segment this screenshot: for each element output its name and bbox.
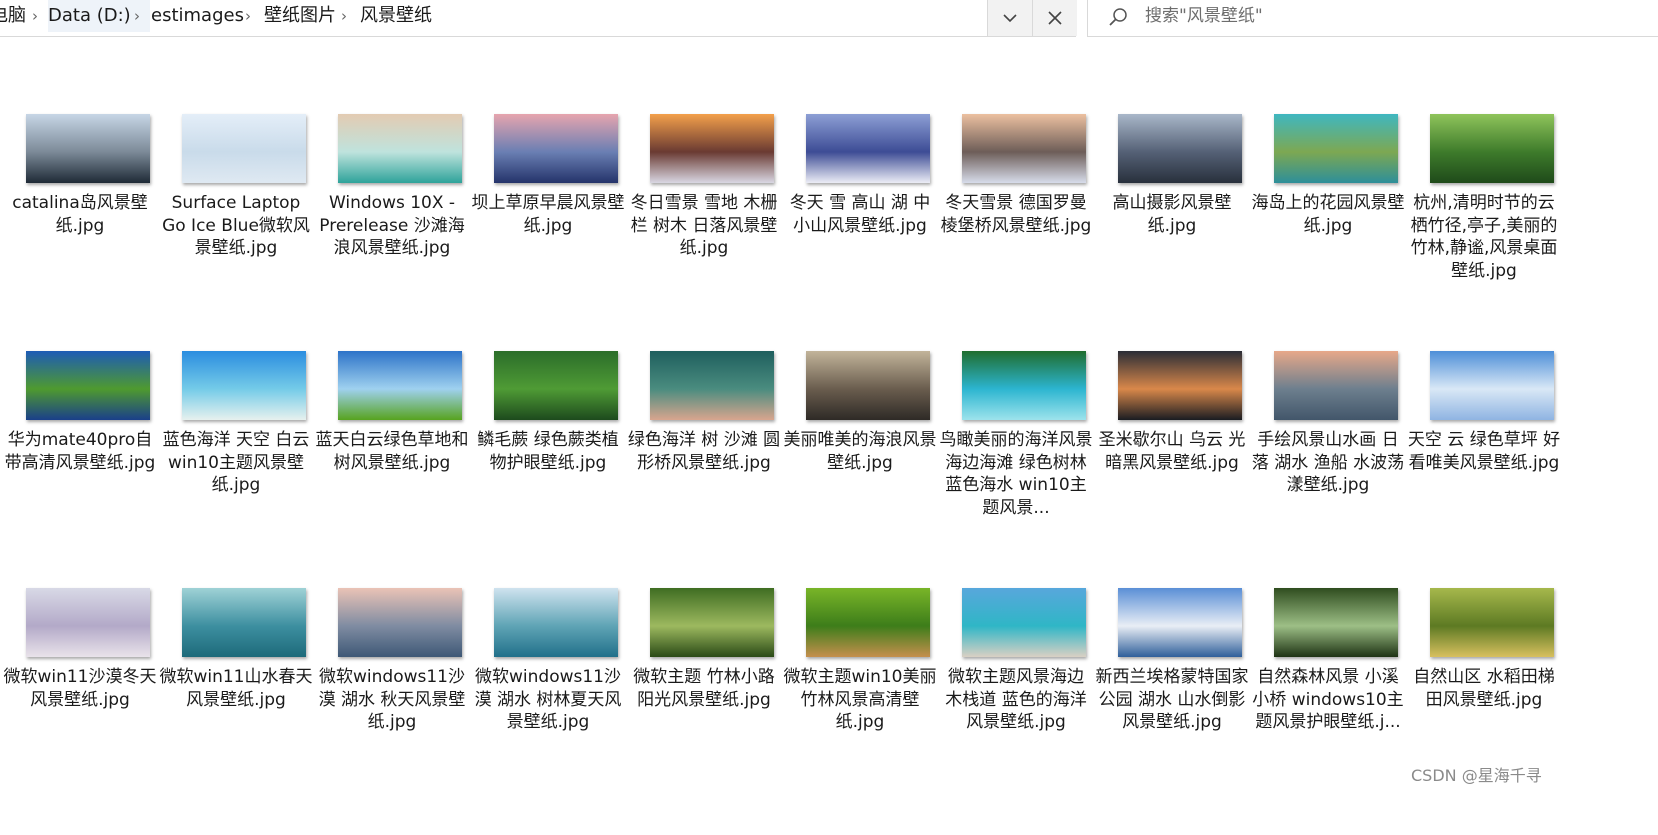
file-thumbnail[interactable] <box>1118 588 1242 657</box>
file-thumbnail[interactable] <box>182 351 306 420</box>
file-name: Surface Laptop Go Ice Blue微软风景壁纸.jpg <box>162 193 310 259</box>
file-thumbnail[interactable] <box>962 114 1086 183</box>
breadcrumb-this-pc[interactable]: 电脑 <box>0 0 26 32</box>
explorer-toolbar: 电脑 › Data (D:) › estimages › 壁纸图片 › 风景壁纸… <box>0 0 1658 37</box>
close-icon <box>1048 11 1062 25</box>
file-name: 杭州,清明时节的云栖竹径,亭子,美丽的竹林,静谧,风景桌面壁纸.jpg <box>1410 193 1558 281</box>
chevron-right-icon[interactable]: › <box>32 0 38 32</box>
search-box[interactable]: 搜索"风景壁纸" <box>1087 0 1658 37</box>
file-name: 手绘风景山水画 日落 湖水 渔船 水波荡漾壁纸.jpg <box>1251 430 1405 496</box>
file-name: 海岛上的花园风景壁纸.jpg <box>1251 193 1405 236</box>
file-thumbnail[interactable] <box>1274 351 1398 420</box>
clear-address-button[interactable] <box>1032 0 1077 36</box>
file-thumbnail[interactable] <box>338 351 462 420</box>
file-thumbnail[interactable] <box>650 588 774 657</box>
file-thumbnail[interactable] <box>494 351 618 420</box>
search-icon <box>1109 8 1127 26</box>
file-name: 美丽唯美的海浪风景壁纸.jpg <box>783 430 937 473</box>
file-name: 微软主题 竹林小路阳光风景壁纸.jpg <box>633 667 775 710</box>
chevron-right-icon[interactable]: › <box>134 0 140 32</box>
file-thumbnail[interactable] <box>494 588 618 657</box>
file-name: catalina岛风景壁纸.jpg <box>12 193 148 236</box>
file-thumbnail[interactable] <box>650 114 774 183</box>
file-thumbnail[interactable] <box>338 588 462 657</box>
file-name: 微软主题风景海边 木栈道 蓝色的海洋风景壁纸.jpg <box>945 667 1087 733</box>
file-thumbnail[interactable] <box>962 351 1086 420</box>
file-name: 坝上草原早晨风景壁纸.jpg <box>471 193 625 236</box>
file-name: 圣米歇尔山 乌云 光 暗黑风景壁纸.jpg <box>1098 430 1246 473</box>
breadcrumb-estimages[interactable]: estimages <box>151 0 244 32</box>
file-name: 冬天雪景 德国罗曼棱堡桥风景壁纸.jpg <box>940 193 1092 236</box>
file-thumbnail[interactable] <box>650 351 774 420</box>
file-thumbnail[interactable] <box>1430 114 1554 183</box>
chevron-right-icon[interactable]: › <box>245 0 251 32</box>
file-thumbnail[interactable] <box>806 351 930 420</box>
file-thumbnail[interactable] <box>1118 351 1242 420</box>
file-name: 微软windows11沙漠 湖水 树林夏天风景壁纸.jpg <box>474 667 622 733</box>
file-name: 冬日雪景 雪地 木栅栏 树木 日落风景壁纸.jpg <box>630 193 778 259</box>
address-bar[interactable]: 电脑 › Data (D:) › estimages › 壁纸图片 › 风景壁纸 <box>0 0 1077 37</box>
file-name: 自然森林风景 小溪 小桥 windows10主题风景护眼壁纸.j... <box>1252 667 1404 733</box>
file-thumbnail[interactable] <box>1430 351 1554 420</box>
file-thumbnail[interactable] <box>26 588 150 657</box>
file-name: 微软win11山水春天风景壁纸.jpg <box>159 667 313 710</box>
file-name: 鳞毛蕨 绿色蕨类植物护眼壁纸.jpg <box>477 430 619 473</box>
file-thumbnail[interactable] <box>962 588 1086 657</box>
file-name: 绿色海洋 树 沙滩 圆形桥风景壁纸.jpg <box>627 430 781 473</box>
file-name: 天空 云 绿色草坪 好看唯美风景壁纸.jpg <box>1407 430 1561 473</box>
file-thumbnail[interactable] <box>806 114 930 183</box>
file-thumbnail[interactable] <box>338 114 462 183</box>
breadcrumb-current-folder[interactable]: 风景壁纸 <box>360 0 432 32</box>
file-name: 蓝天白云绿色草地和树风景壁纸.jpg <box>315 430 469 473</box>
file-thumbnail[interactable] <box>182 114 306 183</box>
file-thumbnail[interactable] <box>1430 588 1554 657</box>
file-name: 新西兰埃格蒙特国家公园 湖水 山水倒影风景壁纸.jpg <box>1095 667 1249 733</box>
file-thumbnail[interactable] <box>494 114 618 183</box>
file-name: 高山摄影风景壁纸.jpg <box>1112 193 1232 236</box>
file-thumbnail[interactable] <box>26 114 150 183</box>
file-thumbnail[interactable] <box>1274 114 1398 183</box>
chevron-down-icon <box>1003 14 1017 23</box>
file-name: 冬天 雪 高山 湖 中小山风景壁纸.jpg <box>789 193 931 236</box>
chevron-right-icon[interactable]: › <box>341 0 347 32</box>
file-name: Windows 10X - Prerelease 沙滩海浪风景壁纸.jpg <box>319 193 465 259</box>
file-name: 微软windows11沙漠 湖水 秋天风景壁纸.jpg <box>318 667 466 733</box>
file-name: 蓝色海洋 天空 白云 win10主题风景壁纸.jpg <box>162 430 310 496</box>
file-thumbnail[interactable] <box>1118 114 1242 183</box>
file-thumbnail[interactable] <box>1274 588 1398 657</box>
file-name: 微软主题win10美丽竹林风景高清壁纸.jpg <box>783 667 937 733</box>
file-name: 自然山区 水稻田梯田风景壁纸.jpg <box>1413 667 1555 710</box>
file-thumbnail[interactable] <box>806 588 930 657</box>
breadcrumb-wallpaper-folder[interactable]: 壁纸图片 <box>264 0 336 32</box>
file-name: 华为mate40pro自带高清风景壁纸.jpg <box>4 430 156 473</box>
file-name: 鸟瞰美丽的海洋风景 海边海滩 绿色树林 蓝色海水 win10主题风景... <box>939 430 1093 518</box>
file-name: 微软win11沙漠冬天风景壁纸.jpg <box>3 667 157 710</box>
file-thumbnail[interactable] <box>182 588 306 657</box>
file-thumbnail[interactable] <box>26 351 150 420</box>
watermark: CSDN @星海千寻 <box>1411 766 1542 785</box>
history-dropdown-button[interactable] <box>987 0 1032 36</box>
search-input[interactable]: 搜索"风景壁纸" <box>1145 0 1263 32</box>
